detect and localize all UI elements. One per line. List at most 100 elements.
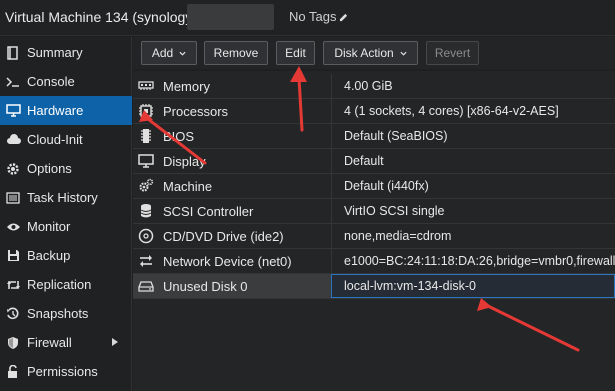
row-name-cell: CD/DVD Drive (ide2) xyxy=(133,224,331,248)
row-value: 4.00 GiB xyxy=(331,74,615,98)
row-name: Network Device (net0) xyxy=(163,253,292,269)
row-name-cell: BIOS xyxy=(133,124,331,148)
cloud-icon xyxy=(5,132,21,148)
sidebar-item-label: Summary xyxy=(27,45,83,60)
sidebar-item-firewall[interactable]: Firewall xyxy=(0,328,132,357)
add-button-label: Add xyxy=(151,46,174,60)
row-name-cell: Machine xyxy=(133,174,331,198)
terminal-icon xyxy=(5,74,21,90)
row-value: Default xyxy=(331,149,615,173)
row-name: Memory xyxy=(163,78,210,94)
disk-action-button-label: Disk Action xyxy=(334,46,394,60)
row-value: none,media=cdrom xyxy=(331,224,615,248)
memory-icon xyxy=(137,77,155,95)
table-row[interactable]: Processors 4 (1 sockets, 4 cores) [x86-6… xyxy=(133,99,615,124)
title-bar: Virtual Machine 134 (synology) o No Tags xyxy=(0,0,615,36)
eye-icon xyxy=(5,219,21,235)
row-name: Machine xyxy=(163,178,213,194)
row-name-cell: Display xyxy=(133,149,331,173)
table-row[interactable]: Memory 4.00 GiB xyxy=(133,74,615,99)
sidebar-item-label: Monitor xyxy=(27,219,71,234)
hardware-grid: Memory 4.00 GiB Processors 4 (1 sockets,… xyxy=(133,71,615,391)
toolbar: Add Remove Edit Disk Action Revert xyxy=(133,37,615,69)
sidebar-item-options[interactable]: Options xyxy=(0,154,132,183)
cogs-icon xyxy=(137,177,155,195)
hdd-icon xyxy=(137,277,155,295)
tags-label: No Tags xyxy=(289,9,337,24)
table-row[interactable]: Machine Default (i440fx) xyxy=(133,174,615,199)
gear-icon xyxy=(5,161,21,177)
sidebar-item-label: Firewall xyxy=(27,335,72,350)
row-value: 4 (1 sockets, 4 cores) [x86-64-v2-AES] xyxy=(331,99,615,123)
exchange-icon xyxy=(137,252,155,270)
sidebar-item-replication[interactable]: Replication xyxy=(0,270,132,299)
sidebar-item-label: Backup xyxy=(27,248,71,263)
sidebar-item-permissions[interactable]: Permissions xyxy=(0,357,132,386)
monitor-icon xyxy=(5,103,21,119)
row-value: Default (i440fx) xyxy=(331,174,615,198)
row-value: e1000=BC:24:11:18:DA:26,bridge=vmbr0,fir… xyxy=(331,249,615,273)
row-name-cell: Network Device (net0) xyxy=(133,249,331,273)
row-value: VirtIO SCSI single xyxy=(331,199,615,223)
sidebar: Summary Console Hardware Cloud-Init Opti… xyxy=(0,37,132,391)
retweet-icon xyxy=(5,277,21,293)
microchip-icon xyxy=(137,127,155,145)
sidebar-item-label: Hardware xyxy=(27,103,84,118)
database-icon xyxy=(137,202,155,220)
sidebar-item-snapshots[interactable]: Snapshots xyxy=(0,299,132,328)
sidebar-item-label: Task History xyxy=(27,190,98,205)
remove-button[interactable]: Remove xyxy=(204,41,268,65)
sidebar-item-label: Replication xyxy=(27,277,92,292)
sidebar-item-label: Options xyxy=(27,161,72,176)
table-row[interactable]: Display Default xyxy=(133,149,615,174)
row-name-cell: Unused Disk 0 xyxy=(133,274,331,298)
edit-button-label: Edit xyxy=(285,46,306,60)
row-name-cell: Processors xyxy=(133,99,331,123)
table-row[interactable]: Network Device (net0) e1000=BC:24:11:18:… xyxy=(133,249,615,274)
sidebar-item-hardware[interactable]: Hardware xyxy=(0,96,132,125)
row-name-cell: SCSI Controller xyxy=(133,199,331,223)
unlock-icon xyxy=(5,364,21,380)
sidebar-item-summary[interactable]: Summary xyxy=(0,38,132,67)
row-value: Default (SeaBIOS) xyxy=(331,124,615,148)
table-row[interactable]: BIOS Default (SeaBIOS) xyxy=(133,124,615,149)
table-row[interactable]: SCSI Controller VirtIO SCSI single xyxy=(133,199,615,224)
desktop-icon xyxy=(137,152,155,170)
row-name: SCSI Controller xyxy=(163,203,254,219)
sidebar-item-console[interactable]: Console xyxy=(0,67,132,96)
sidebar-item-label: Snapshots xyxy=(27,306,89,321)
revert-button[interactable]: Revert xyxy=(426,41,479,65)
sidebar-item-task-history[interactable]: Task History xyxy=(0,183,132,212)
history-icon xyxy=(5,306,21,322)
remove-button-label: Remove xyxy=(213,46,259,60)
chevron-right-icon[interactable] xyxy=(112,338,118,346)
edit-button[interactable]: Edit xyxy=(276,41,315,65)
shield-icon xyxy=(5,335,21,351)
sidebar-item-label: Console xyxy=(27,74,75,89)
sidebar-item-label: Permissions xyxy=(27,364,98,379)
row-name-cell: Memory xyxy=(133,74,331,98)
table-row-selected[interactable]: Unused Disk 0 local-lvm:vm-134-disk-0 xyxy=(133,274,615,299)
redacted-region xyxy=(187,4,274,30)
vm-title: Virtual Machine 134 (synology) o xyxy=(5,9,209,25)
list-icon xyxy=(5,190,21,206)
chevron-down-icon xyxy=(400,51,407,56)
table-row[interactable]: CD/DVD Drive (ide2) none,media=cdrom xyxy=(133,224,615,249)
add-button[interactable]: Add xyxy=(141,41,197,65)
cpu-icon xyxy=(137,102,155,120)
row-name: Display xyxy=(163,153,206,169)
sidebar-item-label: Cloud-Init xyxy=(27,132,83,147)
row-name: Processors xyxy=(163,103,229,119)
row-name: BIOS xyxy=(163,128,195,144)
row-name: CD/DVD Drive (ide2) xyxy=(163,228,284,244)
sidebar-item-monitor[interactable]: Monitor xyxy=(0,212,132,241)
row-value: local-lvm:vm-134-disk-0 xyxy=(331,274,615,298)
tags-edit[interactable]: No Tags xyxy=(289,9,348,24)
disk-action-button[interactable]: Disk Action xyxy=(323,41,418,65)
chevron-down-icon xyxy=(179,51,186,56)
row-name: Unused Disk 0 xyxy=(163,278,248,294)
sidebar-item-cloud-init[interactable]: Cloud-Init xyxy=(0,125,132,154)
book-icon xyxy=(5,45,21,61)
pencil-icon xyxy=(340,13,348,22)
sidebar-item-backup[interactable]: Backup xyxy=(0,241,132,270)
